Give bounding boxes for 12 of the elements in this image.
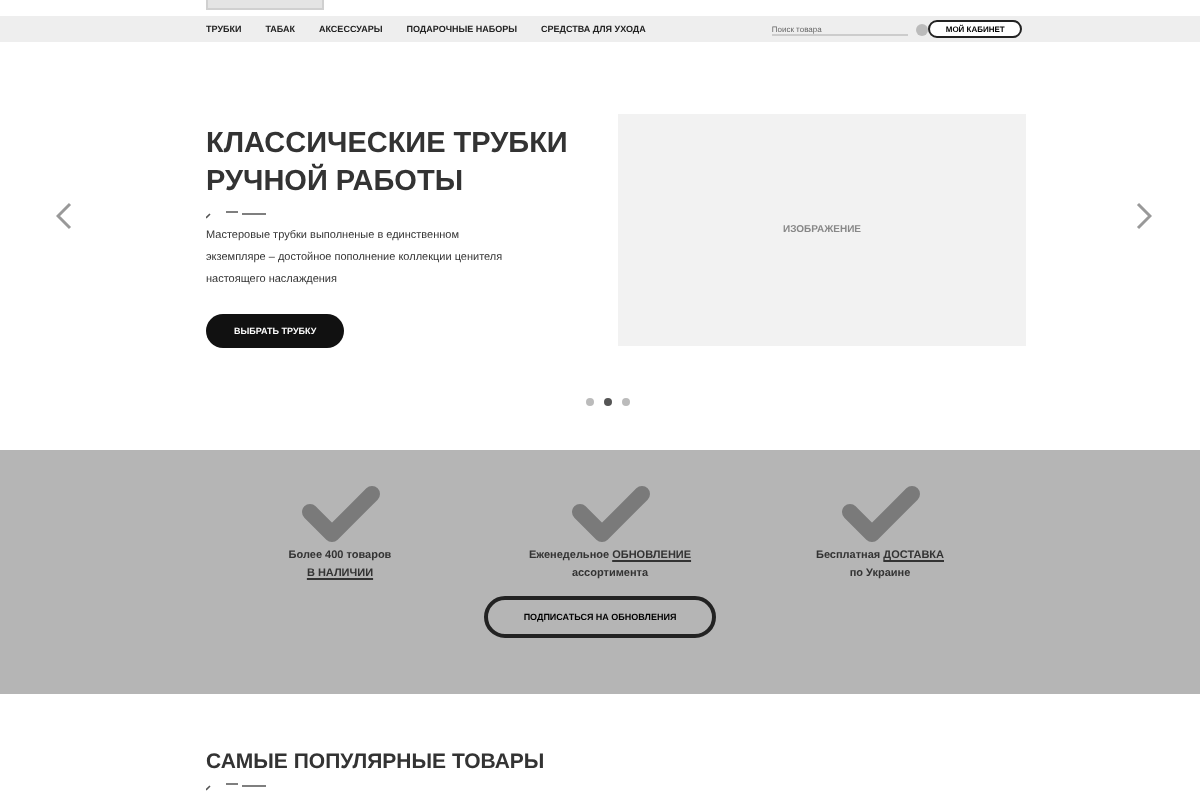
hero-title: КЛАССИЧЕСКИЕ ТРУБКИ РУЧНОЙ РАБОТЫ xyxy=(206,126,570,202)
check-icon xyxy=(300,486,380,542)
search-icon[interactable] xyxy=(915,23,928,35)
check-icon xyxy=(840,486,920,542)
squiggle-mark xyxy=(206,210,270,220)
check-icon xyxy=(570,486,650,542)
carousel-dot[interactable] xyxy=(586,398,594,406)
section-title: САМЫЕ ПОПУЛЯРНЫЕ ТОВАРЫ xyxy=(206,750,547,774)
squiggle-mark xyxy=(206,782,270,792)
carousel-dot[interactable] xyxy=(622,398,630,406)
carousel-dot[interactable] xyxy=(604,398,612,406)
logo-placeholder[interactable] xyxy=(206,0,324,10)
